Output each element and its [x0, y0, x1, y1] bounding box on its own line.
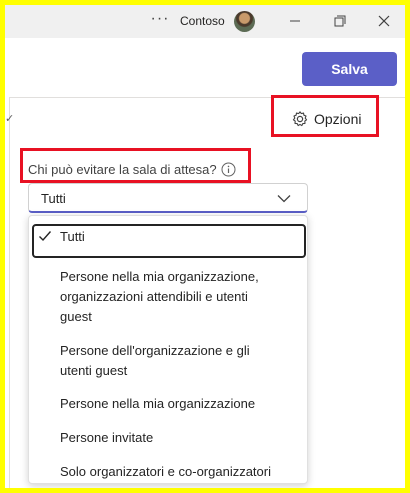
- panel-edge: [9, 97, 10, 488]
- lobby-question-text: Chi può evitare la sala di attesa?: [28, 162, 217, 177]
- org-name: Contoso: [180, 14, 225, 28]
- lobby-options-listbox: Tutti Persone nella mia organizzazione, …: [28, 215, 308, 484]
- more-icon[interactable]: ···: [150, 11, 170, 29]
- minimize-icon[interactable]: [284, 11, 306, 31]
- options-label: Opzioni: [314, 111, 362, 127]
- option-label: Persone nella mia organizzazione, organi…: [60, 269, 259, 324]
- options-button[interactable]: Opzioni: [291, 109, 361, 129]
- chevron-down-icon: [277, 195, 291, 203]
- gear-icon: [292, 111, 308, 127]
- option-everyone[interactable]: Tutti: [29, 220, 307, 258]
- option-my-org[interactable]: Persone nella mia organizzazione: [29, 392, 307, 416]
- avatar[interactable]: [234, 11, 255, 32]
- option-label: Solo organizzatori e co-organizzatori: [60, 464, 271, 479]
- info-icon[interactable]: [221, 162, 236, 177]
- option-label: Persone invitate: [60, 430, 154, 445]
- checkmark-icon: [39, 231, 52, 242]
- option-org-and-guests[interactable]: Persone dell'organizzazione e gli utenti…: [29, 338, 307, 382]
- restore-icon[interactable]: [329, 11, 351, 31]
- title-bar: ··· Contoso: [5, 5, 405, 38]
- save-button[interactable]: Salva: [302, 52, 397, 86]
- close-icon[interactable]: [373, 11, 395, 31]
- option-invited[interactable]: Persone invitate: [29, 426, 307, 450]
- checkmark-icon: ✓: [5, 113, 15, 125]
- option-label: Persone nella mia organizzazione: [60, 396, 256, 411]
- lobby-bypass-dropdown[interactable]: Tutti: [28, 183, 308, 213]
- option-organizers-only[interactable]: Solo organizzatori e co-organizzatori: [29, 460, 307, 484]
- dropdown-selected-value: Tutti: [41, 191, 66, 206]
- lobby-question-label: Chi può evitare la sala di attesa?: [28, 162, 236, 177]
- teams-window: ··· Contoso Salva ✓ Opzioni Chi può evit…: [5, 5, 405, 488]
- option-org-trusted-guests[interactable]: Persone nella mia organizzazione, organi…: [29, 264, 307, 328]
- option-label: Tutti: [60, 229, 85, 244]
- option-label: Persone dell'organizzazione e gli utenti…: [60, 343, 250, 378]
